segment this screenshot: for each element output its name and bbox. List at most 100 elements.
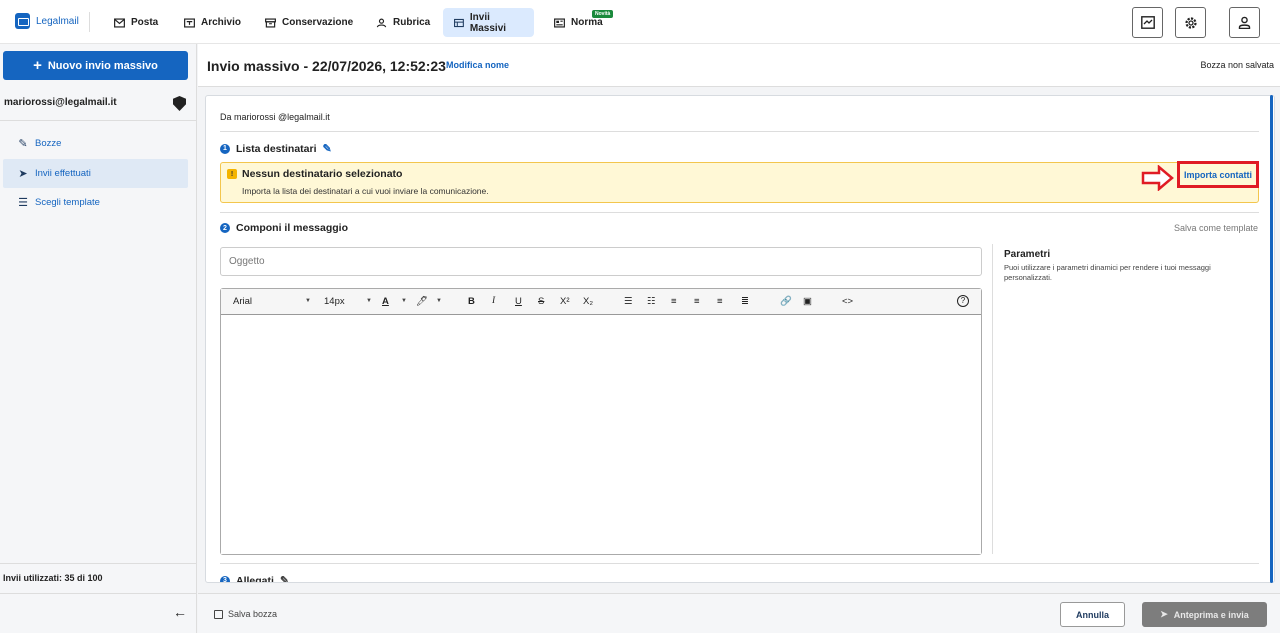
usage-counter: Invii utilizzati: 35 di 100	[3, 573, 103, 583]
bullet-list-icon[interactable]: ☰	[624, 296, 633, 307]
settings-button[interactable]	[1175, 7, 1206, 38]
strikethrough-button[interactable]: S	[538, 296, 544, 307]
sidebar-item-label: Bozze	[35, 138, 62, 149]
parameters-title: Parametri	[1004, 249, 1051, 260]
text-color-button[interactable]: A	[382, 296, 389, 307]
bulk-send-icon	[454, 18, 464, 27]
step-number: 3	[220, 575, 230, 582]
sidebar-item-label: Scegli template	[35, 197, 100, 208]
sidebar-divider	[0, 120, 196, 121]
align-center-icon[interactable]: ≡	[694, 296, 700, 307]
nav-item-conservazione[interactable]: Conservazione	[254, 8, 364, 37]
plus-icon: +	[33, 57, 42, 74]
divider	[220, 131, 1259, 132]
collapse-sidebar-arrow-icon[interactable]: ←	[173, 604, 187, 620]
no-recipients-alert: ! Nessun destinatario selezionato Import…	[220, 161, 1259, 203]
nav-label: Rubrica	[393, 17, 431, 28]
page-header: Invio massivo - 22/07/2026, 12:52:23 Mod…	[198, 44, 1280, 87]
alert-text: Importa la lista dei destinatari a cui v…	[242, 186, 489, 196]
recipients-section-title: 1 Lista destinatari ✎	[220, 142, 332, 155]
template-icon: ☰	[18, 197, 28, 209]
nav-item-archivio[interactable]: Archivio	[173, 8, 252, 37]
send-icon: ➤	[1160, 609, 1168, 619]
new-bulk-send-button[interactable]: + Nuovo invio massivo	[3, 51, 188, 80]
chevron-down-icon: ▼	[436, 298, 442, 304]
save-draft-button[interactable]: Salva bozza	[214, 609, 277, 619]
sidebar-item-invii-effettuati[interactable]: ➤ Invii effettuati	[3, 159, 188, 188]
user-profile-button[interactable]	[1229, 7, 1260, 38]
editor-toolbar: Arial ▼ 14px ▼ A ▼ 🖊 ▼ B I U S X² X₂ ☰ ☷…	[221, 289, 981, 315]
subject-input[interactable]: Oggetto	[220, 247, 982, 276]
warning-icon: !	[227, 169, 237, 179]
step-number: 1	[220, 143, 230, 154]
align-right-icon[interactable]: ≡	[717, 296, 723, 307]
save-as-template-link[interactable]: Salva come template	[1174, 223, 1258, 233]
align-justify-icon[interactable]: ≣	[741, 296, 749, 307]
nav-label: Conservazione	[282, 17, 354, 28]
message-body-textarea[interactable]	[221, 315, 981, 554]
code-view-button[interactable]: <>	[842, 296, 853, 307]
bulk-send-form: Da mariorossi @legalmail.it 1 Lista dest…	[205, 95, 1275, 583]
user-email: mariorossi@legalmail.it	[4, 97, 117, 108]
activity-button[interactable]	[1132, 7, 1163, 38]
nav-item-rubrica[interactable]: Rubrica	[365, 8, 441, 37]
new-bulk-send-label: Nuovo invio massivo	[47, 59, 158, 72]
import-contacts-button[interactable]: Importa contatti	[1177, 161, 1259, 188]
sidebar-item-scegli-template[interactable]: ☰ Scegli template	[3, 188, 188, 217]
superscript-button[interactable]: X²	[560, 296, 570, 307]
edit-recipients-pencil-icon[interactable]: ✎	[323, 142, 332, 155]
nav-label: Posta	[131, 17, 159, 28]
preview-label: Anteprima e invia	[1173, 609, 1249, 620]
sender-address: mariorossi @legalmail.it	[234, 112, 330, 122]
vertical-divider	[992, 244, 993, 554]
activity-chart-icon	[1140, 16, 1155, 29]
attachments-title: Allegati	[236, 574, 274, 583]
footer-actions: Salva bozza Annulla ➤ Anteprima e invia	[198, 593, 1280, 633]
chevron-down-icon: ▼	[366, 298, 372, 304]
floppy-disk-icon	[214, 609, 223, 619]
nav-label: Invii Massivi	[469, 11, 507, 34]
gear-icon	[1184, 16, 1197, 29]
align-left-icon[interactable]: ≡	[671, 296, 677, 307]
scrollbar[interactable]	[1270, 95, 1273, 583]
divider	[220, 212, 1259, 213]
image-icon[interactable]: ▣	[803, 296, 812, 307]
recipients-title: Lista destinatari	[236, 142, 317, 155]
sidebar-item-bozze[interactable]: ✎ Bozze	[3, 129, 188, 158]
bold-button[interactable]: B	[468, 296, 475, 307]
subscript-button[interactable]: X₂	[583, 296, 593, 307]
user-icon	[1238, 16, 1251, 29]
preview-and-send-button[interactable]: ➤ Anteprima e invia	[1142, 602, 1267, 627]
font-size-select[interactable]: 14px	[324, 296, 345, 307]
sender-line: Da mariorossi @legalmail.it	[220, 112, 330, 122]
font-family-select[interactable]: Arial	[233, 296, 252, 307]
compose-title: Componi il messaggio	[236, 222, 349, 234]
highlight-pen-icon[interactable]: 🖊	[416, 296, 428, 307]
alert-title: Nessun destinatario selezionato	[242, 168, 403, 180]
divider	[220, 563, 1259, 564]
rename-link[interactable]: Modifica nome	[446, 60, 509, 70]
sidebar-divider	[0, 593, 196, 594]
nav-item-posta[interactable]: Posta	[103, 8, 169, 37]
font-family-value: Arial	[233, 296, 253, 307]
help-button[interactable]: ?	[957, 295, 969, 307]
shield-icon	[173, 96, 186, 111]
compose-section-title: 2 Componi il messaggio	[220, 222, 348, 234]
app-logo[interactable]: Legalmail	[15, 13, 79, 29]
italic-button[interactable]: I	[492, 296, 495, 306]
sidebar: + Nuovo invio massivo mariorossi@legalma…	[0, 44, 197, 633]
link-icon[interactable]: 🔗	[780, 296, 792, 307]
norma-icon	[554, 17, 565, 28]
message-editor: Arial ▼ 14px ▼ A ▼ 🖊 ▼ B I U S X² X₂ ☰ ☷…	[220, 288, 982, 555]
nav-item-invii-massivi[interactable]: Invii Massivi	[443, 8, 534, 37]
nav-label: Norma	[571, 17, 603, 28]
cancel-button[interactable]: Annulla	[1060, 602, 1125, 627]
archive-icon	[184, 17, 195, 28]
draft-status: Bozza non salvata	[1200, 60, 1274, 70]
numbered-list-icon[interactable]: ☷	[647, 296, 656, 307]
box-icon	[265, 17, 276, 28]
save-draft-label: Salva bozza	[228, 609, 278, 619]
underline-button[interactable]: U	[515, 296, 522, 307]
send-icon: ➤	[18, 168, 28, 180]
edit-attachments-pencil-icon[interactable]: ✎	[280, 574, 289, 582]
